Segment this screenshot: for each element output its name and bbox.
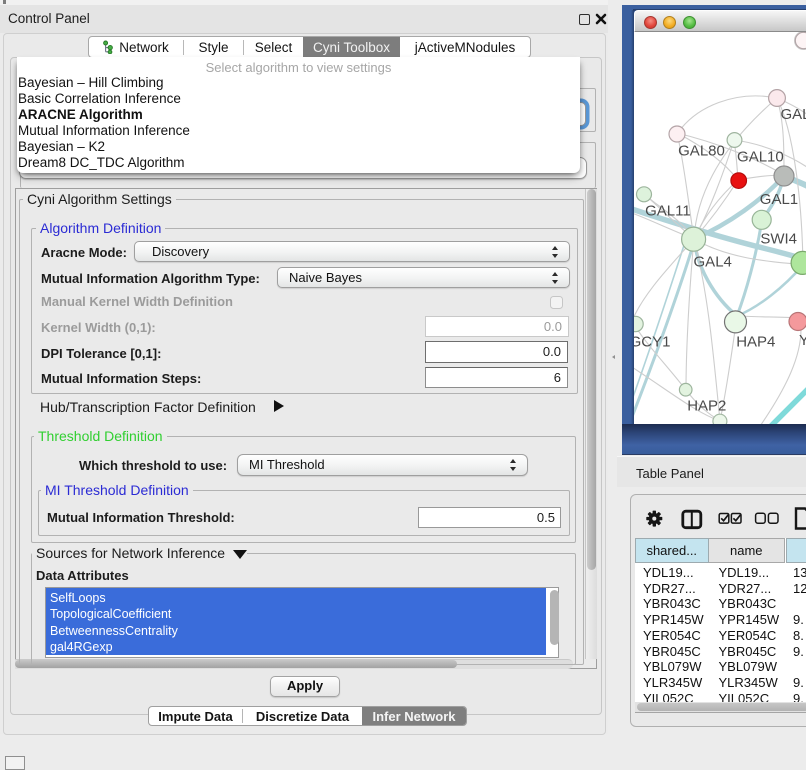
svg-text:HAP2: HAP2 — [687, 398, 726, 415]
svg-text:GAL2: GAL2 — [781, 106, 806, 123]
svg-text:YM: YM — [799, 332, 806, 349]
svg-text:GAL4: GAL4 — [694, 254, 732, 271]
svg-text:GCY1: GCY1 — [634, 334, 670, 351]
svg-text:GAL10: GAL10 — [737, 149, 784, 166]
svg-text:HAP4: HAP4 — [736, 334, 775, 351]
svg-text:GAL80: GAL80 — [678, 143, 725, 160]
svg-text:GAL1: GAL1 — [760, 191, 798, 208]
svg-text:GAL11: GAL11 — [645, 203, 691, 220]
svg-text:SWI4: SWI4 — [760, 231, 797, 248]
